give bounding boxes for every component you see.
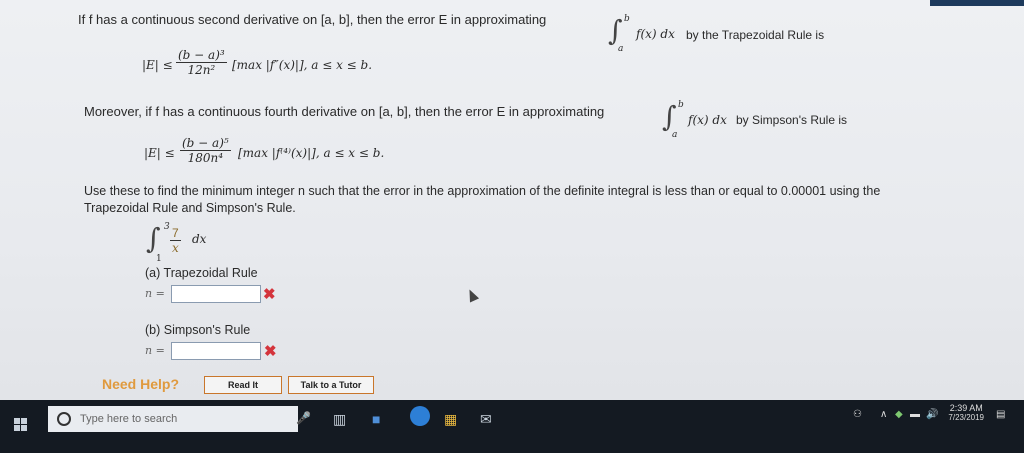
integral-upper-b-1: b	[624, 14, 630, 24]
simp-integrand: f(x) dx	[688, 113, 727, 127]
trap-numerator: (b − a)³	[176, 48, 227, 63]
mouse-cursor-icon	[464, 287, 480, 303]
clock-time: 2:39 AM	[949, 403, 983, 413]
simp-denominator: 180n⁴	[187, 151, 224, 165]
notifications-icon[interactable]: ▤	[996, 409, 1005, 420]
integral-sign-1: ∫	[608, 14, 623, 47]
browser-page: If f has a continuous second derivative …	[0, 0, 1024, 400]
incorrect-x-icon-a: ✖	[263, 286, 276, 303]
part-b-n-label: n =	[145, 344, 165, 357]
header-strip	[930, 0, 1024, 6]
integral-sign-3: ∫	[146, 222, 161, 255]
part-a-label: (a) Trapezoidal Rule	[145, 266, 258, 280]
integral-lower-a-2: a	[672, 130, 678, 140]
trap-lhs: |E| ≤	[142, 58, 173, 72]
part-b-label: (b) Simpson's Rule	[145, 323, 251, 337]
trap-suffix-text: by the Trapezoidal Rule is	[686, 28, 825, 42]
trap-denominator: 12n²	[187, 63, 216, 77]
clock-date: 7/23/2019	[948, 413, 984, 422]
integrand-fraction: 7 x	[170, 226, 181, 255]
volume-icon[interactable]: 🔊	[926, 409, 938, 420]
need-help-label: Need Help?	[102, 376, 180, 392]
network-icon[interactable]: ◆	[895, 409, 903, 420]
trap-fraction: (b − a)³ 12n²	[176, 48, 227, 77]
mail-icon[interactable]: ✉	[480, 411, 492, 428]
cortana-circle-icon	[57, 412, 71, 426]
microphone-icon[interactable]: 🎤	[296, 411, 311, 425]
edge-icon[interactable]	[410, 406, 430, 426]
simp-fraction: (b − a)⁵ 180n⁴	[180, 136, 231, 165]
people-icon[interactable]: ⚇	[853, 409, 862, 420]
trap-intro-text: If f has a continuous second derivative …	[78, 12, 547, 27]
simp-intro-text: Moreover, if f has a continuous fourth d…	[84, 104, 605, 119]
taskbar-search-box[interactable]: Type here to search	[48, 406, 298, 432]
store-icon[interactable]: ▦	[444, 411, 457, 428]
integrand-dx: dx	[192, 232, 207, 246]
part-a-n-label: n =	[145, 287, 165, 300]
instruction-line-2: Trapezoidal Rule and Simpson's Rule.	[84, 201, 296, 215]
integral-lower-limit: 1	[156, 254, 162, 264]
part-a-answer-input[interactable]	[171, 285, 261, 303]
battery-icon[interactable]: ▬	[910, 409, 920, 420]
task-view-icon[interactable]: ▥	[333, 411, 346, 428]
talk-to-tutor-button[interactable]: Talk to a Tutor	[288, 376, 374, 394]
integral-sign-2: ∫	[662, 100, 677, 133]
windows-start-icon[interactable]	[14, 418, 28, 432]
simp-suffix-text: by Simpson's Rule is	[736, 113, 847, 127]
search-placeholder: Type here to search	[80, 413, 178, 425]
integral-lower-a-1: a	[618, 44, 624, 54]
instruction-line-1: Use these to find the minimum integer n …	[84, 184, 881, 198]
integral-upper-b-2: b	[678, 100, 684, 110]
part-b-answer-input[interactable]	[171, 342, 261, 360]
browser-icon[interactable]: ■	[372, 411, 380, 427]
simp-rhs: [max |f⁽⁴⁾(x)|], a ≤ x ≤ b.	[238, 146, 385, 160]
simp-numerator: (b − a)⁵	[180, 136, 231, 151]
integrand-numerator: 7	[170, 226, 181, 241]
taskbar-clock[interactable]: 2:39 AM 7/23/2019	[948, 403, 984, 422]
simp-lhs: |E| ≤	[144, 146, 175, 160]
incorrect-x-icon-b: ✖	[264, 343, 277, 360]
read-it-button[interactable]: Read It	[204, 376, 282, 394]
chevron-up-icon[interactable]: ∧	[880, 409, 887, 420]
trap-rhs: [max |f″(x)|], a ≤ x ≤ b.	[232, 58, 373, 72]
integral-upper-limit: 3	[164, 222, 170, 232]
integrand-denominator: x	[172, 241, 179, 255]
trap-integrand: f(x) dx	[636, 27, 675, 41]
